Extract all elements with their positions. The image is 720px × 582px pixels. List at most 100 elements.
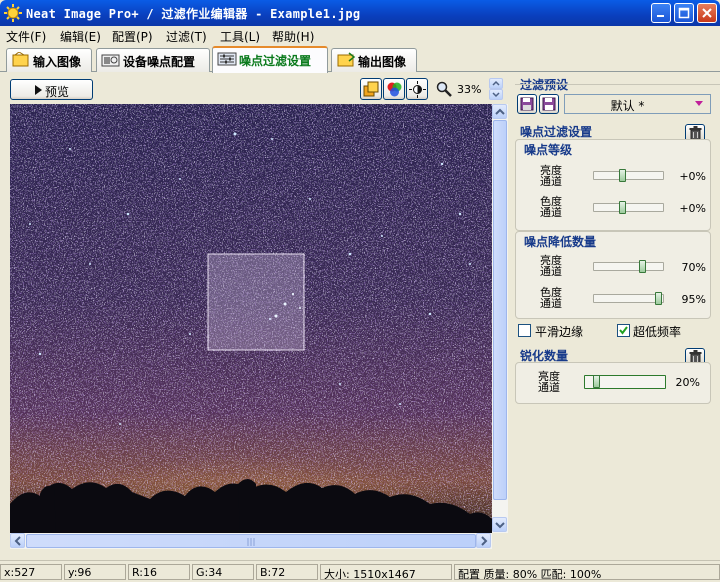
brightness-button[interactable]	[406, 78, 428, 100]
scroll-left-button[interactable]	[10, 533, 25, 548]
close-button[interactable]	[697, 3, 717, 23]
vertical-scroll-thumb[interactable]	[493, 120, 507, 500]
open-disk-icon	[520, 97, 534, 111]
menu-profile[interactable]: 配置(P)	[112, 28, 153, 45]
smooth-edges-label: 平滑边缘	[535, 325, 584, 339]
save-preset-button[interactable]	[539, 94, 559, 114]
device-noise-icon	[101, 54, 120, 67]
preset-dropdown[interactable]: 默认 *	[564, 94, 711, 114]
noise-level-chroma-label: 色度 通道	[540, 195, 562, 219]
vertical-scrollbar[interactable]	[492, 104, 508, 533]
scroll-corner	[492, 533, 508, 549]
status-size: 大小: 1510x1467	[320, 564, 452, 580]
sharpen-lum-knob[interactable]	[593, 375, 600, 388]
minimize-button[interactable]	[651, 3, 671, 23]
scroll-right-button[interactable]	[476, 533, 491, 548]
status-b: B:72	[256, 564, 318, 580]
compare-views-button[interactable]	[360, 78, 382, 100]
color-channels-button[interactable]	[383, 78, 405, 100]
noise-level-lum-label: 亮度 通道	[540, 164, 562, 188]
status-g: G:34	[192, 564, 254, 580]
noise-level-lum-value: +0%	[679, 170, 706, 183]
smooth-edges-checkbox[interactable]	[518, 324, 531, 337]
arrow-down-icon	[495, 522, 505, 529]
grip-icon	[247, 538, 255, 546]
check-icon	[619, 326, 628, 335]
menu-filter[interactable]: 过滤(T)	[166, 28, 207, 45]
sharpen-group: 亮度 通道 20%	[515, 362, 711, 404]
maximize-icon	[678, 7, 690, 19]
tab-device-noise[interactable]: 设备噪点配置	[96, 48, 210, 72]
window-title: Neat Image Pro+ / 过滤作业编辑器 - Example1.jpg	[26, 7, 361, 21]
zoom-level: 33%	[457, 83, 482, 96]
noise-level-chroma-slider[interactable]	[593, 203, 664, 212]
load-preset-button[interactable]	[517, 94, 537, 114]
zoom-icon[interactable]	[436, 81, 452, 97]
settings-panel: 过滤预设 默认 * 噪点过滤设置 噪点等级 亮度 通道 +0% 色度 通道 +0% …	[510, 72, 720, 552]
noise-reduction-chroma-slider[interactable]	[593, 294, 664, 303]
scroll-down-button[interactable]	[492, 517, 507, 532]
noise-reduction-lum-knob[interactable]	[639, 260, 646, 273]
night-sky-image	[10, 104, 492, 533]
ultra-low-frequency-checkbox[interactable]	[617, 324, 630, 337]
horizontal-scroll-thumb[interactable]	[26, 534, 476, 548]
status-config: 配置 质量: 80% 匹配: 100%	[454, 564, 720, 580]
tab-bar: 输入图像 设备噪点配置 噪点过滤设置 输出图像	[0, 44, 720, 73]
tab-input-image[interactable]: 输入图像	[6, 48, 92, 72]
title-bar: Neat Image Pro+ / 过滤作业编辑器 - Example1.jpg	[0, 0, 720, 26]
noise-level-chroma-value: +0%	[679, 202, 706, 215]
tab-noise-filter[interactable]: 噪点过滤设置	[212, 46, 328, 73]
noise-reduction-lum-slider[interactable]	[593, 262, 664, 271]
menu-tools[interactable]: 工具(L)	[220, 28, 260, 45]
image-viewer[interactable]	[10, 104, 492, 533]
arrow-up-icon	[495, 108, 505, 115]
status-r: R:16	[128, 564, 190, 580]
noise-level-chroma-knob[interactable]	[619, 201, 626, 214]
tab-output-image[interactable]: 输出图像	[331, 48, 417, 72]
arrow-left-icon	[14, 536, 21, 546]
divider	[515, 84, 720, 85]
viewer-toolbar: 预览 33%	[0, 74, 506, 104]
zoom-down-button[interactable]	[489, 89, 503, 100]
layers-icon	[363, 81, 379, 97]
filter-settings-icon	[217, 52, 237, 66]
minimize-icon	[657, 15, 664, 17]
scroll-up-button[interactable]	[492, 104, 507, 119]
noise-reduction-group: 噪点降低数量 亮度 通道 70% 色度 通道 95%	[515, 231, 711, 319]
menu-file[interactable]: 文件(F)	[6, 28, 46, 45]
zoom-spinner[interactable]	[489, 78, 503, 100]
noise-level-lum-knob[interactable]	[619, 169, 626, 182]
sharpen-lum-value: 20%	[675, 376, 700, 389]
output-image-icon	[337, 52, 356, 67]
noise-level-lum-slider[interactable]	[593, 171, 664, 180]
arrow-right-icon	[481, 536, 488, 546]
noise-filter-header: 噪点过滤设置	[520, 125, 593, 139]
noise-reduction-header: 噪点降低数量	[524, 235, 597, 249]
noise-level-group: 噪点等级 亮度 通道 +0% 色度 通道 +0%	[515, 139, 711, 231]
close-icon	[702, 8, 712, 18]
maximize-button[interactable]	[674, 3, 694, 23]
noise-reduction-lum-value: 70%	[681, 261, 706, 274]
arrow-up-icon	[492, 80, 500, 86]
chevron-down-icon	[695, 101, 703, 106]
contrast-icon	[409, 81, 426, 98]
ultra-low-frequency-label: 超低频率	[633, 325, 682, 339]
preview-button[interactable]: 预览	[10, 79, 93, 100]
noise-reduction-lum-label: 亮度 通道	[540, 254, 562, 278]
menu-edit[interactable]: 编辑(E)	[60, 28, 101, 45]
noise-reduction-chroma-label: 色度 通道	[540, 286, 562, 310]
rgb-channels-icon	[387, 82, 402, 97]
status-x: x:527	[0, 564, 62, 580]
play-icon	[35, 85, 42, 95]
noise-level-header: 噪点等级	[524, 143, 573, 157]
sharpen-lum-label: 亮度 通道	[538, 370, 560, 394]
arrow-down-icon	[492, 92, 500, 98]
noise-reduction-chroma-knob[interactable]	[655, 292, 662, 305]
input-image-icon	[12, 52, 29, 67]
menu-help[interactable]: 帮助(H)	[272, 28, 314, 45]
zoom-up-button[interactable]	[489, 78, 503, 89]
horizontal-scrollbar[interactable]	[10, 533, 492, 549]
status-bar: x:527 y:96 R:16 G:34 B:72 大小: 1510x1467 …	[0, 560, 720, 582]
save-disk-icon	[542, 97, 556, 111]
status-y: y:96	[64, 564, 126, 580]
